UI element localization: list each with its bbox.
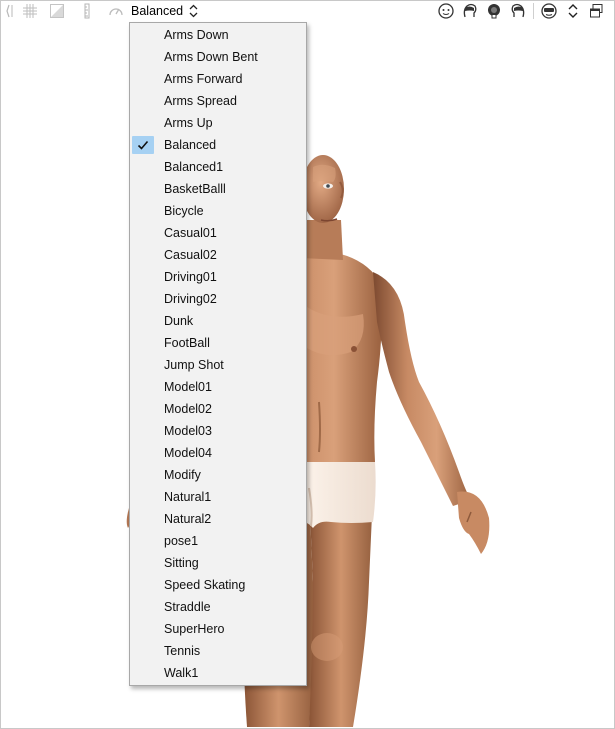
pose-menu-item[interactable]: Model01 [130,376,306,398]
pose-menu-item-label: Jump Shot [164,358,224,372]
pose-menu-item[interactable]: BasketBalll [130,178,306,200]
pose-menu-item-label: BasketBalll [164,182,226,196]
pose-menu-item-label: Model04 [164,446,212,460]
pose-select[interactable]: Balanced [131,2,198,20]
pose-menu-item[interactable]: Driving01 [130,266,306,288]
pose-menu-item[interactable]: FootBall [130,332,306,354]
pose-menu-item-label: Casual01 [164,226,217,240]
pose-menu-item[interactable]: Balanced [130,134,306,156]
updown-arrows-icon[interactable] [564,2,582,20]
pose-menu-item[interactable]: Model04 [130,442,306,464]
toolbar: Balanced [1,1,614,21]
pose-menu-item[interactable]: Arms Down Bent [130,46,306,68]
pose-menu-item[interactable]: SuperHero [130,618,306,640]
pose-menu-item[interactable]: Tennis [130,640,306,662]
pose-menu-item-label: Balanced1 [164,160,224,174]
pose-menu-item[interactable]: Model02 [130,398,306,420]
pose-menu-item[interactable]: Arms Forward [130,68,306,90]
pose-menu-item[interactable]: pose1 [130,530,306,552]
pose-menu-item-label: Driving01 [164,270,217,284]
pose-menu-item[interactable]: Straddle [130,596,306,618]
pose-menu-item-label: Dunk [164,314,194,328]
pose-menu-item[interactable]: Natural2 [130,508,306,530]
pose-menu-item[interactable]: Speed Skating [130,574,306,596]
updown-arrows-icon [189,4,198,18]
pose-menu-item-label: Arms Spread [164,94,237,108]
toolbar-separator [533,3,534,19]
pose-menu-item-label: Tennis [164,644,201,658]
human-model [126,155,490,727]
pose-menu-item[interactable]: Dunk [130,310,306,332]
pose-menu-item-label: Natural1 [164,490,212,504]
ruler-icon[interactable] [79,3,95,19]
bracket-icon[interactable] [3,3,19,19]
pose-dropdown-menu: Arms Down Arms Down Bent Arms Forward Arms … [129,22,307,686]
pose-menu-item[interactable]: Bicycle [130,200,306,222]
pose-menu-item-label: pose1 [164,534,199,548]
pose-menu-item-label: SuperHero [164,622,225,636]
face-right-icon[interactable] [509,2,527,20]
3d-viewport[interactable] [1,22,614,727]
pose-menu-item-label: Straddle [164,600,211,614]
view-buttons [437,2,606,20]
pose-menu-item[interactable]: Walk1 [130,662,306,684]
pose-menu-item-label: FootBall [164,336,210,350]
pose-menu-item-label: Arms Down Bent [164,50,258,64]
pose-menu-item-label: Bicycle [164,204,204,218]
pose-menu-item[interactable]: Casual02 [130,244,306,266]
background-icon[interactable] [49,3,65,19]
pose-menu-item-label: Arms Forward [164,72,243,86]
face-left-icon[interactable] [461,2,479,20]
pose-select-value: Balanced [131,4,184,18]
pose-menu-item[interactable]: Driving02 [130,288,306,310]
pose-menu-item-label: Model03 [164,424,212,438]
pose-menu-item-label: Walk1 [164,666,199,680]
pose-menu-item[interactable]: Arms Spread [130,90,306,112]
grid-icon[interactable] [22,3,38,19]
pose-menu-item[interactable]: Jump Shot [130,354,306,376]
pose-menu-item[interactable]: Natural1 [130,486,306,508]
face-front-icon[interactable] [437,2,455,20]
pose-menu-item-label: Casual02 [164,248,217,262]
pose-menu-item-label: Arms Down [164,28,229,42]
window-icon[interactable] [588,2,606,20]
pose-menu-item-label: Arms Up [164,116,213,130]
checkmark-icon [137,139,149,151]
face-back-icon[interactable] [485,2,503,20]
pose-menu-item-label: Balanced [164,138,217,152]
pose-menu-item[interactable]: Model03 [130,420,306,442]
pose-menu-item-label: Model02 [164,402,212,416]
pose-menu-item[interactable]: Modify [130,464,306,486]
pose-menu-item[interactable]: Sitting [130,552,306,574]
pose-menu-item-label: Driving02 [164,292,217,306]
gauge-icon[interactable] [108,3,124,19]
pose-menu-item[interactable]: Casual01 [130,222,306,244]
pose-menu-item-label: Modify [164,468,201,482]
pose-menu-item-label: Sitting [164,556,199,570]
pose-menu-item-label: Speed Skating [164,578,246,592]
pose-menu-item-label: Natural2 [164,512,212,526]
camera-face-icon[interactable] [540,2,558,20]
pose-menu-item[interactable]: Arms Up [130,112,306,134]
pose-menu-item[interactable]: Balanced1 [130,156,306,178]
pose-menu-item[interactable]: Arms Down [130,24,306,46]
pose-menu-item-label: Model01 [164,380,212,394]
